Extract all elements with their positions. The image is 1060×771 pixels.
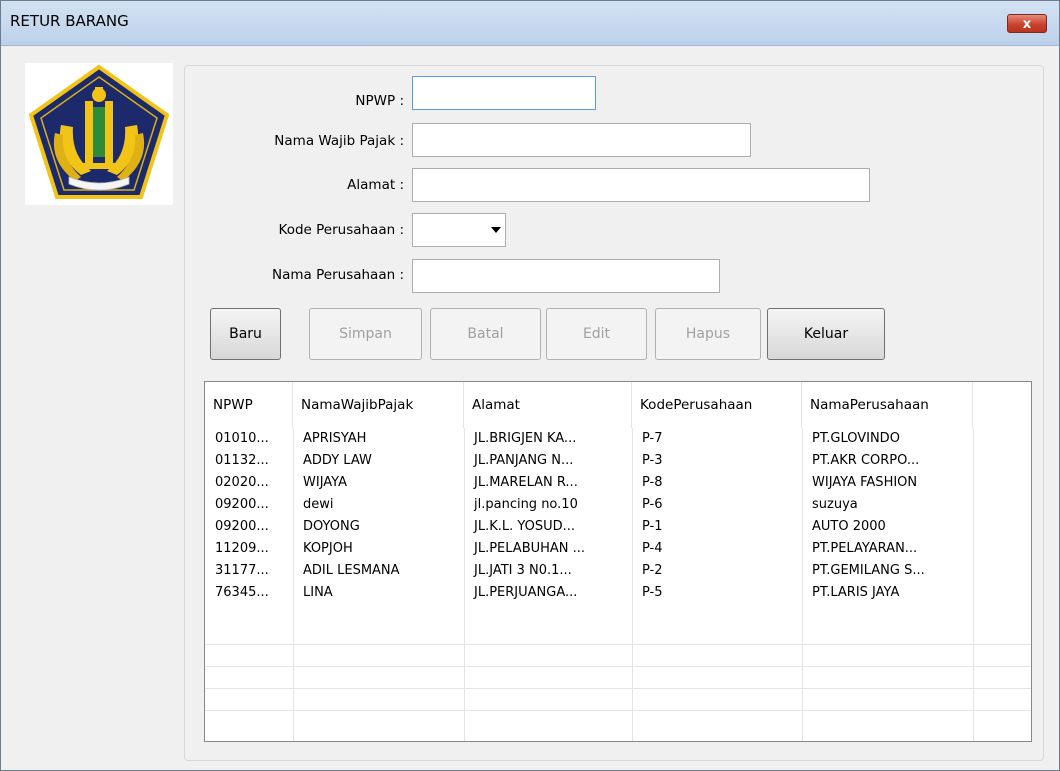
cell-kode-perusahaan[interactable]: P-3 bbox=[632, 450, 802, 472]
cell-npwp[interactable]: 76345... bbox=[205, 582, 293, 604]
cell-nama-perusahaan[interactable]: PT.LARIS JAYA bbox=[802, 582, 973, 604]
cell-nama-wajib-pajak[interactable]: WIJAYA bbox=[293, 472, 464, 494]
cell-alamat[interactable]: JL.MARELAN R... bbox=[464, 472, 632, 494]
kode-perusahaan-label: Kode Perusahaan : bbox=[278, 222, 404, 238]
cell-kode-perusahaan[interactable]: P-4 bbox=[632, 538, 802, 560]
simpan-button[interactable]: Simpan bbox=[309, 308, 422, 360]
keluar-button[interactable]: Keluar bbox=[767, 308, 885, 360]
cell-npwp[interactable]: 09200... bbox=[205, 494, 293, 516]
column-divider bbox=[464, 428, 465, 741]
column-divider bbox=[802, 428, 803, 741]
column-header-kode-perusahaan[interactable]: KodePerusahaan bbox=[632, 382, 802, 428]
cell-alamat[interactable]: JL.JATI 3 N0.1... bbox=[464, 560, 632, 582]
cell-nama-perusahaan[interactable]: suzuya bbox=[802, 494, 973, 516]
cell-npwp[interactable]: 01010... bbox=[205, 428, 293, 450]
kode-perusahaan-dropdown[interactable] bbox=[412, 213, 506, 247]
grid-line bbox=[205, 710, 1031, 711]
chevron-down-icon[interactable] bbox=[491, 227, 501, 233]
cell-kode-perusahaan[interactable]: P-1 bbox=[632, 516, 802, 538]
edit-button[interactable]: Edit bbox=[546, 308, 647, 360]
cell-npwp[interactable]: 11209... bbox=[205, 538, 293, 560]
cell-npwp[interactable]: 09200... bbox=[205, 516, 293, 538]
cell-kode-perusahaan[interactable]: P-2 bbox=[632, 560, 802, 582]
cell-nama-perusahaan[interactable]: PT.PELAYARAN... bbox=[802, 538, 973, 560]
cell-kode-perusahaan[interactable]: P-5 bbox=[632, 582, 802, 604]
cell-alamat[interactable]: JL.PERJUANGA... bbox=[464, 582, 632, 604]
column-header-nama-wajib-pajak[interactable]: NamaWajibPajak bbox=[293, 382, 464, 428]
npwp-label: NPWP : bbox=[355, 93, 404, 109]
cell-npwp[interactable]: 31177... bbox=[205, 560, 293, 582]
cell-npwp[interactable]: 01132... bbox=[205, 450, 293, 472]
cell-alamat[interactable]: jl.pancing no.10 bbox=[464, 494, 632, 516]
hapus-button[interactable]: Hapus bbox=[655, 308, 761, 360]
alamat-label: Alamat : bbox=[347, 177, 404, 193]
cell-kode-perusahaan[interactable]: P-7 bbox=[632, 428, 802, 450]
cell-nama-wajib-pajak[interactable]: dewi bbox=[293, 494, 464, 516]
nama-wajib-pajak-label: Nama Wajib Pajak : bbox=[274, 133, 404, 149]
cell-alamat[interactable]: JL.PELABUHAN ... bbox=[464, 538, 632, 560]
window-title: RETUR BARANG bbox=[10, 12, 129, 30]
cell-alamat[interactable]: JL.PANJANG N... bbox=[464, 450, 632, 472]
grid-line bbox=[205, 644, 1031, 645]
cell-nama-wajib-pajak[interactable]: ADIL LESMANA bbox=[293, 560, 464, 582]
nama-wajib-pajak-field[interactable] bbox=[412, 123, 751, 157]
grid-line bbox=[205, 666, 1031, 667]
column-divider bbox=[632, 428, 633, 741]
cell-nama-wajib-pajak[interactable]: DOYONG bbox=[293, 516, 464, 538]
column-divider bbox=[293, 428, 294, 741]
batal-button[interactable]: Batal bbox=[430, 308, 541, 360]
cell-alamat[interactable]: JL.BRIGJEN KA... bbox=[464, 428, 632, 450]
cell-nama-wajib-pajak[interactable]: APRISYAH bbox=[293, 428, 464, 450]
data-grid[interactable]: NPWP NamaWajibPajak Alamat KodePerusahaa… bbox=[204, 381, 1032, 742]
retur-barang-window: RETUR BARANG x NPWP : Nama Wajib Pajak :… bbox=[0, 0, 1060, 771]
cell-npwp[interactable]: 02020... bbox=[205, 472, 293, 494]
nama-perusahaan-field[interactable] bbox=[412, 259, 720, 293]
cell-nama-perusahaan[interactable]: PT.GEMILANG S... bbox=[802, 560, 973, 582]
cell-nama-perusahaan[interactable]: AUTO 2000 bbox=[802, 516, 973, 538]
column-divider bbox=[973, 428, 974, 741]
title-bar[interactable]: RETUR BARANG x bbox=[1, 1, 1059, 46]
close-button[interactable]: x bbox=[1007, 14, 1047, 33]
npwp-field[interactable] bbox=[412, 76, 596, 110]
kemenkeu-emblem-icon bbox=[25, 63, 173, 205]
alamat-field[interactable] bbox=[412, 168, 870, 202]
column-header-alamat[interactable]: Alamat bbox=[464, 382, 632, 428]
baru-button[interactable]: Baru bbox=[210, 308, 281, 360]
cell-alamat[interactable]: JL.K.L. YOSUD... bbox=[464, 516, 632, 538]
cell-kode-perusahaan[interactable]: P-6 bbox=[632, 494, 802, 516]
cell-nama-perusahaan[interactable]: WIJAYA FASHION bbox=[802, 472, 973, 494]
cell-nama-perusahaan[interactable]: PT.AKR CORPO... bbox=[802, 450, 973, 472]
grid-line bbox=[205, 688, 1031, 689]
close-icon: x bbox=[1022, 17, 1032, 32]
nama-perusahaan-label: Nama Perusahaan : bbox=[272, 267, 404, 283]
cell-nama-wajib-pajak[interactable]: KOPJOH bbox=[293, 538, 464, 560]
cell-nama-wajib-pajak[interactable]: ADDY LAW bbox=[293, 450, 464, 472]
column-header-npwp[interactable]: NPWP bbox=[205, 382, 293, 428]
cell-kode-perusahaan[interactable]: P-8 bbox=[632, 472, 802, 494]
cell-nama-wajib-pajak[interactable]: LINA bbox=[293, 582, 464, 604]
cell-nama-perusahaan[interactable]: PT.GLOVINDO bbox=[802, 428, 973, 450]
column-header-nama-perusahaan[interactable]: NamaPerusahaan bbox=[802, 382, 973, 428]
